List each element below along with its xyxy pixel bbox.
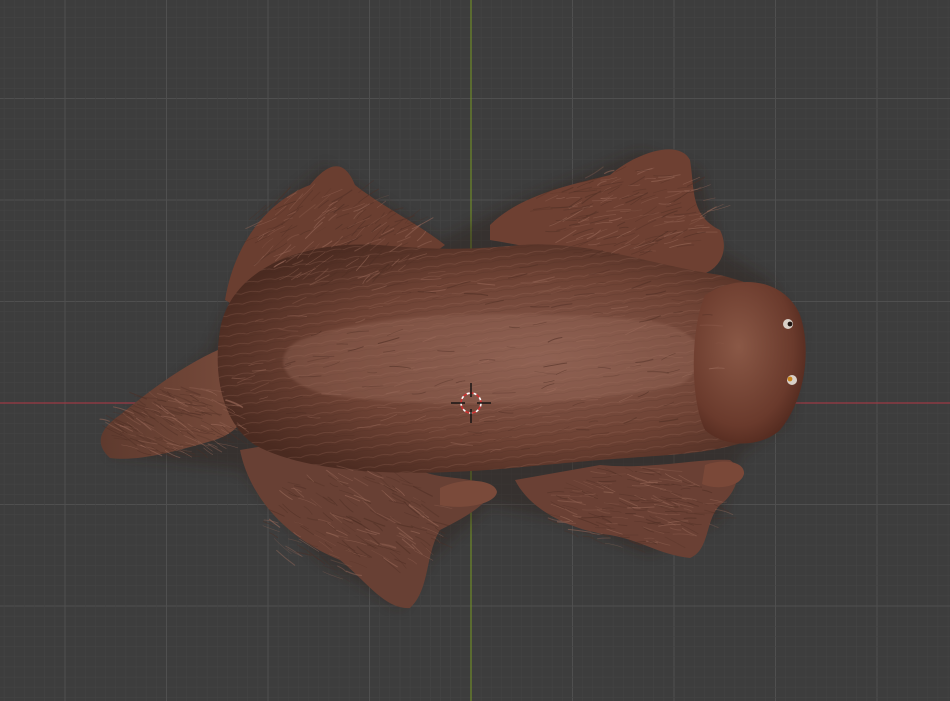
3d-viewport[interactable] [0,0,950,701]
fur-strand [694,512,718,514]
fur-strand [276,549,296,566]
fur-strand [358,180,375,193]
viewport-canvas[interactable] [0,0,950,701]
fur-strand [128,391,148,400]
fur-strand [556,520,570,523]
fur-strand [597,480,617,483]
fur-strand [591,199,613,202]
fur-strand [564,530,579,538]
fur-strand [597,537,611,540]
eye-left [783,319,793,329]
fur-strand [708,523,719,528]
fur-animal-object[interactable] [99,149,806,610]
fur-strand [262,525,280,533]
fur-strand [99,418,110,422]
eye-right [787,375,797,385]
fur-strand [273,538,292,555]
fur-strand [584,493,596,496]
paw-front-right [702,461,745,488]
fur-strand [582,535,594,539]
